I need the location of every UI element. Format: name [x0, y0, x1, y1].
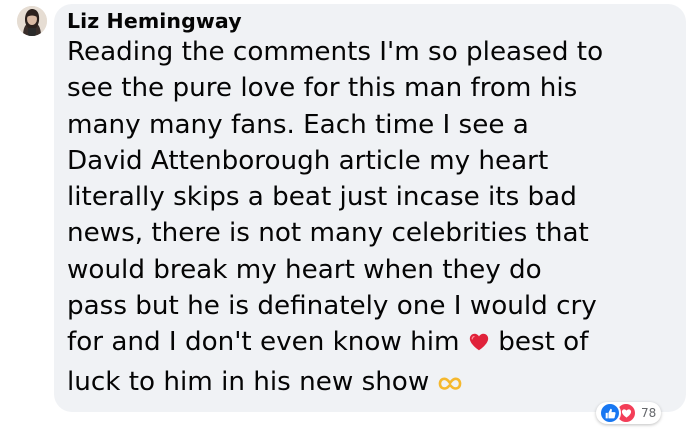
- comment-line: would break my heart when they do: [67, 254, 542, 285]
- comment-line: literally skips a beat just incase its b…: [67, 182, 577, 213]
- reaction-count: 78: [641, 406, 657, 420]
- avatar-photo-icon: [17, 6, 47, 36]
- like-icon: [599, 402, 621, 424]
- comment-text: Reading the comments I'm so pleased to s…: [67, 34, 674, 403]
- comment-line-part: for and I don't even know him: [67, 327, 468, 358]
- heart-hands-icon: [438, 367, 462, 403]
- comment-line: David Attenborough article my heart: [67, 145, 549, 176]
- comment-line: pass but he is definately one I would cr…: [67, 291, 597, 322]
- comment-author[interactable]: Liz Hemingway: [67, 8, 674, 34]
- comment-line: see the pure love for this man from his: [67, 73, 578, 104]
- reactions-summary[interactable]: 78: [596, 402, 662, 424]
- comment-line: news, there is not many celebrities that: [67, 218, 589, 249]
- comment-line: for and I don't even know him best of: [67, 324, 674, 363]
- comment-line: many many fans. Each time I see a: [67, 109, 529, 140]
- comment-line: luck to him in his new show: [67, 364, 674, 403]
- comment-line-part: best of: [489, 327, 589, 358]
- comment-line: Reading the comments I'm so pleased to: [67, 37, 604, 67]
- avatar[interactable]: [17, 6, 47, 36]
- comment-line-part: luck to him in his new show: [67, 366, 438, 397]
- red-heart-icon: [468, 327, 490, 363]
- comment-bubble: Liz Hemingway Reading the comments I'm s…: [54, 4, 686, 412]
